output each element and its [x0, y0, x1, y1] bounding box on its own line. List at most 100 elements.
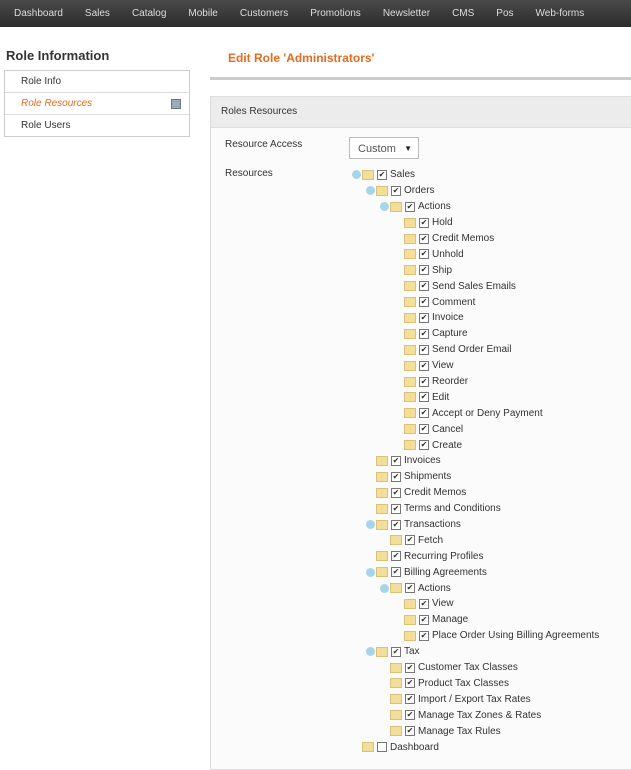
tab-role-info[interactable]: Role Info — [5, 71, 189, 93]
collapse-toggle-icon[interactable] — [352, 170, 361, 180]
tree-checkbox[interactable]: ✔ — [405, 726, 415, 737]
tree-checkbox[interactable]: ✔ — [419, 408, 429, 419]
tree-label[interactable]: Invoice — [432, 312, 464, 323]
tree-label[interactable]: Transactions — [404, 519, 461, 530]
tree-label[interactable]: Reorder — [432, 376, 468, 387]
tree-checkbox[interactable]: ✔ — [419, 265, 429, 276]
tab-role-users[interactable]: Role Users — [5, 115, 189, 136]
tree-checkbox[interactable]: ✔ — [419, 312, 429, 323]
tree-checkbox[interactable]: ✔ — [419, 360, 429, 371]
tree-label[interactable]: Shipments — [404, 471, 451, 482]
tree-label[interactable]: Import / Export Tax Rates — [418, 694, 531, 705]
tree-checkbox[interactable]: ✔ — [405, 662, 415, 673]
tree-checkbox[interactable]: ✔ — [405, 583, 415, 594]
tree-label[interactable]: Orders — [404, 185, 435, 196]
tree-label[interactable]: Recurring Profiles — [404, 551, 483, 562]
tree-label[interactable]: Edit — [432, 392, 449, 403]
tree-checkbox[interactable]: ✔ — [405, 678, 415, 689]
tree-label[interactable]: Place Order Using Billing Agreements — [432, 630, 599, 641]
tree-label[interactable]: Accept or Deny Payment — [432, 408, 543, 419]
nav-cms[interactable]: CMS — [452, 8, 474, 19]
nav-newsletter[interactable]: Newsletter — [383, 8, 430, 19]
tree-label[interactable]: Capture — [432, 328, 468, 339]
tree-label[interactable]: Ship — [432, 265, 452, 276]
nav-dashboard[interactable]: Dashboard — [14, 8, 63, 19]
tree-label[interactable]: Dashboard — [390, 742, 439, 753]
tree-checkbox[interactable]: ✔ — [419, 328, 429, 339]
tree-checkbox[interactable]: ✔ — [391, 551, 401, 562]
tree-label[interactable]: Create — [432, 440, 462, 451]
collapse-toggle-icon[interactable] — [380, 202, 389, 212]
nav-web-forms[interactable]: Web-forms — [536, 8, 585, 19]
tree-label[interactable]: Send Sales Emails — [432, 281, 516, 292]
tree-checkbox[interactable]: ✔ — [419, 281, 429, 292]
tree-label[interactable]: Manage — [432, 614, 468, 625]
tree-checkbox[interactable]: ✔ — [419, 392, 429, 403]
tree-checkbox[interactable]: ✔ — [391, 185, 401, 196]
tree-checkbox[interactable]: ✔ — [419, 297, 429, 308]
tree-label[interactable]: Tax — [404, 646, 420, 657]
tree-checkbox[interactable]: ✔ — [391, 455, 401, 466]
tree-checkbox[interactable]: ✔ — [405, 694, 415, 705]
tree-label[interactable]: Credit Memos — [432, 233, 494, 244]
tree-label[interactable]: Credit Memos — [404, 487, 466, 498]
tree-label[interactable]: Unhold — [432, 249, 464, 260]
tree-checkbox[interactable]: ✔ — [419, 630, 429, 641]
tree-label[interactable]: Billing Agreements — [404, 567, 487, 578]
tree-label[interactable]: Cancel — [432, 424, 463, 435]
tree-label[interactable]: Manage Tax Zones & Rates — [418, 710, 541, 721]
tree-label[interactable]: Send Order Email — [432, 344, 511, 355]
tree-checkbox[interactable]: ✔ — [419, 424, 429, 435]
collapse-toggle-icon[interactable] — [366, 186, 375, 196]
tree-checkbox[interactable] — [377, 742, 387, 752]
collapse-toggle-icon[interactable] — [380, 583, 389, 593]
tree-checkbox[interactable]: ✔ — [405, 535, 415, 546]
collapse-toggle-icon[interactable] — [366, 520, 375, 530]
tree-checkbox[interactable]: ✔ — [419, 440, 429, 451]
tree-node: ✔ Credit Memos — [352, 485, 599, 501]
tree-checkbox[interactable]: ✔ — [391, 646, 401, 657]
tree-checkbox[interactable]: ✔ — [419, 217, 429, 228]
tree-label[interactable]: Product Tax Classes — [418, 678, 509, 689]
nav-mobile[interactable]: Mobile — [188, 8, 217, 19]
tree-checkbox[interactable]: ✔ — [391, 567, 401, 578]
collapse-toggle-icon[interactable] — [366, 567, 375, 577]
tree-label[interactable]: Fetch — [418, 535, 443, 546]
tree-label[interactable]: Actions — [418, 583, 451, 594]
tree-checkbox[interactable]: ✔ — [419, 344, 429, 355]
tree-checkbox[interactable]: ✔ — [391, 519, 401, 530]
tree-label[interactable]: Invoices — [404, 455, 441, 466]
tree-label[interactable]: Sales — [390, 169, 415, 180]
collapse-toggle-icon[interactable] — [366, 647, 375, 657]
tree-checkbox[interactable]: ✔ — [419, 233, 429, 244]
tree-label[interactable]: Actions — [418, 201, 451, 212]
tree-checkbox[interactable]: ✔ — [405, 201, 415, 212]
tree-label[interactable]: Customer Tax Classes — [418, 662, 518, 673]
nav-catalog[interactable]: Catalog — [132, 8, 166, 19]
tree-label[interactable]: Hold — [432, 217, 453, 228]
tree-label[interactable]: View — [432, 598, 454, 609]
nav-promotions[interactable]: Promotions — [310, 8, 361, 19]
tree-checkbox[interactable]: ✔ — [391, 471, 401, 482]
tree-checkbox[interactable]: ✔ — [377, 169, 387, 180]
tab-role-resources[interactable]: Role Resources — [5, 93, 189, 115]
tree-checkbox[interactable]: ✔ — [391, 503, 401, 514]
tree-checkbox[interactable]: ✔ — [419, 614, 429, 625]
tree-checkbox[interactable]: ✔ — [391, 487, 401, 498]
nav-sales[interactable]: Sales — [85, 8, 110, 19]
nav-customers[interactable]: Customers — [240, 8, 288, 19]
tree-label[interactable]: Manage Tax Rules — [418, 726, 501, 737]
tree-label[interactable]: Terms and Conditions — [404, 503, 501, 514]
tree-label[interactable]: View — [432, 360, 454, 371]
tree-checkbox[interactable]: ✔ — [405, 710, 415, 721]
resource-access-select[interactable]: Custom ▼ — [349, 137, 419, 159]
nav-pos[interactable]: Pos — [496, 8, 513, 19]
tree-checkbox[interactable]: ✔ — [419, 376, 429, 387]
tree-label[interactable]: Comment — [432, 297, 475, 308]
tree-checkbox[interactable]: ✔ — [419, 598, 429, 609]
tree-checkbox[interactable]: ✔ — [419, 249, 429, 260]
